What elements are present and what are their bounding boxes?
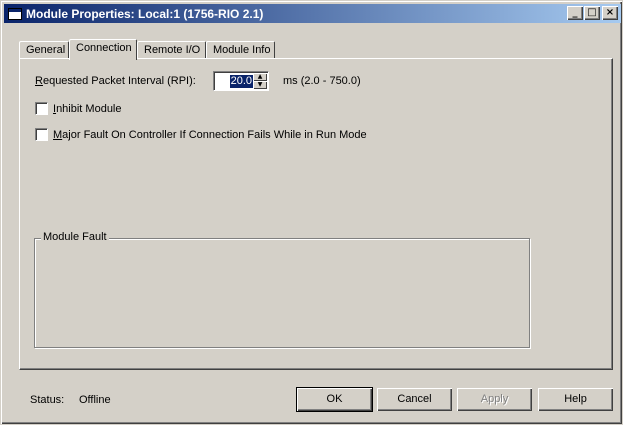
rpi-label: Requested Packet Interval (RPI):	[35, 75, 196, 87]
window-title: Module Properties: Local:1 (1756-RIO 2.1…	[26, 6, 264, 21]
major-fault-row[interactable]: Major Fault On Controller If Connection …	[35, 128, 367, 141]
apply-button[interactable]: Apply	[457, 388, 532, 411]
rpi-input[interactable]: 20.0 ▲ ▼	[213, 71, 269, 91]
tab-general[interactable]: General	[19, 41, 69, 59]
tab-connection[interactable]: Connection	[69, 39, 137, 60]
major-fault-label: Major Fault On Controller If Connection …	[53, 129, 367, 141]
spin-down-icon[interactable]: ▼	[253, 81, 267, 89]
inhibit-module-row[interactable]: Inhibit Module	[35, 102, 122, 115]
status-label: Status:	[30, 394, 65, 406]
spin-up-icon[interactable]: ▲	[253, 73, 267, 81]
major-fault-text: ajor Fault On Controller If Connection F…	[62, 128, 367, 141]
help-button[interactable]: Help	[538, 388, 613, 411]
window-app-icon[interactable]	[8, 7, 22, 20]
cancel-button[interactable]: Cancel	[377, 388, 452, 411]
major-fault-accelerator: M	[53, 128, 63, 141]
module-properties-window: Module Properties: Local:1 (1756-RIO 2.1…	[0, 0, 623, 425]
inhibit-module-checkbox[interactable]	[35, 102, 48, 115]
rpi-spinner: ▲ ▼	[253, 73, 267, 89]
inhibit-module-text: nhibit Module	[56, 102, 122, 115]
rpi-label-text: equested Packet Interval (RPI):	[42, 75, 196, 87]
rpi-range: ms (2.0 - 750.0)	[283, 75, 361, 87]
close-button[interactable]: ×	[602, 6, 618, 20]
rpi-value: 20.0	[229, 75, 253, 88]
minimize-button[interactable]: _	[567, 6, 583, 20]
tab-module-info[interactable]: Module Info	[206, 41, 275, 59]
apply-button-label: Apply	[480, 393, 509, 405]
major-fault-checkbox[interactable]	[35, 128, 48, 141]
module-fault-group: Module Fault	[34, 231, 530, 348]
tab-remote-io[interactable]: Remote I/O	[137, 41, 206, 59]
title-bar-controls: _ □ ×	[566, 6, 618, 20]
cancel-button-label: Cancel	[397, 393, 432, 405]
help-button-label: Help	[564, 393, 587, 405]
connection-panel: Requested Packet Interval (RPI): 20.0 ▲ …	[19, 58, 613, 370]
title-bar[interactable]: Module Properties: Local:1 (1756-RIO 2.1…	[4, 4, 621, 23]
maximize-button[interactable]: □	[584, 6, 600, 20]
rpi-label-accelerator: R	[35, 75, 43, 87]
status-value: Offline	[79, 394, 111, 406]
ok-button[interactable]: OK	[296, 387, 373, 412]
ok-button-label: OK	[326, 393, 343, 405]
module-fault-label: Module Fault	[41, 231, 109, 243]
inhibit-module-label: Inhibit Module	[53, 103, 122, 115]
